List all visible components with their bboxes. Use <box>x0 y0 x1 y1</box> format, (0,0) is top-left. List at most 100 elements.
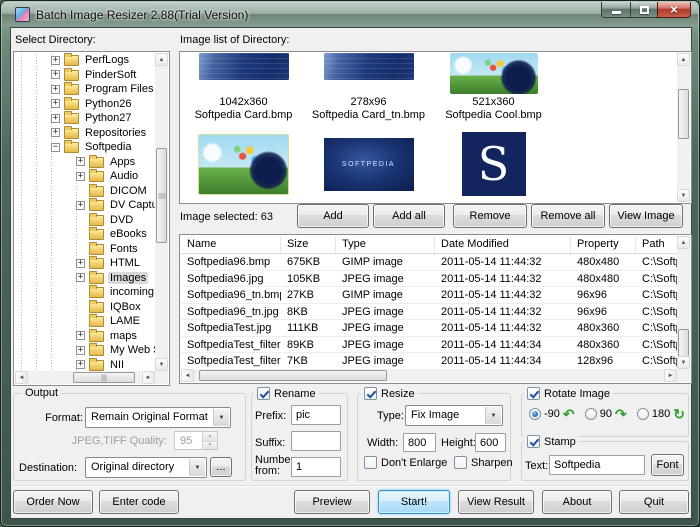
tree-item-label[interactable]: maps <box>108 330 139 342</box>
tree-item[interactable]: +Program Files <box>15 82 156 97</box>
tree-expander-icon[interactable]: + <box>51 85 60 94</box>
scroll-right-icon[interactable]: ► <box>664 369 677 382</box>
resize-type-select[interactable]: Fix Image ▼ <box>405 405 503 426</box>
tree-item-label[interactable]: IQBox <box>108 301 143 313</box>
thumbnail-cell[interactable]: S <box>431 129 556 203</box>
column-header[interactable]: Path <box>636 236 679 253</box>
tree-item[interactable]: +Images <box>15 271 156 286</box>
thumbnail-image[interactable]: S <box>462 132 526 196</box>
tree-item[interactable]: +Python27 <box>15 111 156 126</box>
tree-item[interactable]: + Repositories <box>15 126 156 141</box>
tree-item-label[interactable]: NII <box>108 359 126 371</box>
scroll-up-icon[interactable]: ▲ <box>677 53 690 66</box>
column-header[interactable]: Date Modified <box>435 236 571 253</box>
scrollbar-thumb[interactable] <box>678 329 689 357</box>
scroll-left-icon[interactable]: ◄ <box>181 369 194 382</box>
gallery-vertical-scrollbar[interactable]: ▲ ▼ <box>677 53 690 202</box>
thumbnail-cell[interactable] <box>181 129 306 203</box>
table-row[interactable]: Softpedia96_tn.jpg8KBJPEG image2011-05-1… <box>181 304 679 321</box>
table-row[interactable]: Softpedia96.bmp675KBGIMP image2011-05-14… <box>181 254 679 271</box>
scroll-up-icon[interactable]: ▲ <box>677 236 690 249</box>
close-button[interactable]: × <box>657 2 691 18</box>
scroll-right-icon[interactable]: ► <box>142 371 155 384</box>
tree-expander-icon[interactable]: + <box>76 360 85 369</box>
tree-expander-icon[interactable]: + <box>76 346 85 355</box>
prefix-input[interactable] <box>291 405 341 425</box>
height-input[interactable] <box>475 433 506 452</box>
chevron-down-icon[interactable]: ▼ <box>485 407 501 424</box>
tree-item-label[interactable]: DVD <box>108 214 135 226</box>
tree-item-label[interactable]: Apps <box>108 156 137 168</box>
tree-expander-icon[interactable]: + <box>51 128 60 137</box>
thumbnail-cell[interactable]: SOFTPEDIA <box>306 129 431 203</box>
rotate-option[interactable]: 180↻ <box>637 408 685 420</box>
column-header[interactable]: Type <box>336 236 435 253</box>
tree-expander-icon[interactable]: + <box>51 56 60 65</box>
rotate-radio--90[interactable] <box>529 408 541 420</box>
view-result-button[interactable]: View Result <box>458 490 534 514</box>
quit-button[interactable]: Quit <box>619 490 689 514</box>
scrollbar-thumb[interactable] <box>73 372 135 383</box>
tree-item[interactable]: + My Web Si <box>15 343 156 358</box>
tree-item-label[interactable]: LAME <box>108 315 142 327</box>
minimize-button[interactable] <box>601 2 631 18</box>
about-button[interactable]: About <box>542 490 612 514</box>
thumbnail-image[interactable] <box>324 53 414 80</box>
tree-item-label[interactable]: PinderSoft <box>83 69 138 81</box>
format-select[interactable]: Remain Original Format ▼ <box>85 407 231 428</box>
tree-item-label[interactable]: eBooks <box>108 228 149 240</box>
table-row[interactable]: SoftpediaTest_filter...7KBJPEG image2011… <box>181 353 679 369</box>
enter-code-button[interactable]: Enter code <box>99 490 179 514</box>
tree-item-label[interactable]: My Web Si <box>108 344 156 356</box>
thumbnail-image[interactable]: SOFTPEDIA <box>324 138 414 191</box>
width-input[interactable] <box>403 433 436 452</box>
stamp-text-input[interactable] <box>549 455 645 475</box>
tree-item[interactable]: DVD <box>15 213 156 228</box>
rotate-checkbox[interactable]: Rotate Image <box>524 387 613 400</box>
tree-item[interactable]: +HTML <box>15 256 156 271</box>
tree-item-label[interactable]: Audio <box>108 170 140 182</box>
tree-item-label[interactable]: Repositories <box>83 127 148 139</box>
tree-item[interactable]: DICOM <box>15 184 156 199</box>
tree-item[interactable]: +PerfLogs <box>15 53 156 68</box>
view-image-button[interactable]: View Image <box>609 204 683 228</box>
column-header[interactable]: Size <box>281 236 336 253</box>
tree-expander-icon[interactable]: + <box>76 172 85 181</box>
tree-item[interactable]: +Apps <box>15 155 156 170</box>
order-now-button[interactable]: Order Now <box>13 490 93 514</box>
column-header[interactable]: Name <box>181 236 281 253</box>
tree-item-label[interactable]: Python26 <box>83 98 133 110</box>
dont-enlarge-checkbox[interactable]: Don't Enlarge <box>361 456 450 469</box>
chevron-down-icon[interactable]: ▼ <box>189 459 205 476</box>
font-button[interactable]: Font <box>651 454 684 476</box>
start-button[interactable]: Start! <box>378 490 450 514</box>
thumbnail-image[interactable] <box>198 134 289 195</box>
thumbnail-image[interactable] <box>199 53 289 80</box>
table-vertical-scrollbar[interactable]: ▲ ▼ <box>677 236 690 369</box>
tree-expander-icon[interactable]: + <box>76 201 85 210</box>
add-button[interactable]: Add <box>297 204 369 228</box>
chevron-down-icon[interactable]: ▼ <box>213 409 229 426</box>
tree-item[interactable]: −Softpedia <box>15 140 156 155</box>
tree-vertical-scrollbar[interactable]: ▲ ▼ <box>155 53 168 371</box>
tree-item-label[interactable]: Python27 <box>83 112 133 124</box>
resize-checkbox[interactable]: Resize <box>361 387 418 400</box>
table-row[interactable]: SoftpediaTest_filter...89KBJPEG image201… <box>181 337 679 354</box>
destination-select[interactable]: Original directory ▼ <box>85 457 207 478</box>
scroll-left-icon[interactable]: ◄ <box>15 371 28 384</box>
titlebar[interactable]: Batch Image Resizer 2.88(Trial Version) … <box>2 2 698 27</box>
scroll-down-icon[interactable]: ▼ <box>677 356 690 369</box>
table-horizontal-scrollbar[interactable]: ◄ ► <box>181 369 677 382</box>
spinner-down-icon[interactable]: ▼ <box>202 441 217 450</box>
tree-item[interactable]: +maps <box>15 329 156 344</box>
rotate-option[interactable]: 90↷ <box>585 408 627 420</box>
tree-item-label[interactable]: Softpedia <box>83 141 133 153</box>
scroll-down-icon[interactable]: ▼ <box>155 358 168 371</box>
tree-expander-icon[interactable]: + <box>76 259 85 268</box>
resize-checkbox-box[interactable] <box>364 387 377 400</box>
remove-all-button[interactable]: Remove all <box>531 204 605 228</box>
sharpen-checkbox[interactable]: Sharpen <box>451 456 516 469</box>
tree-expander-icon[interactable]: + <box>51 99 60 108</box>
rotate-option[interactable]: -90↶ <box>529 408 575 420</box>
scrollbar-thumb[interactable] <box>678 89 689 139</box>
